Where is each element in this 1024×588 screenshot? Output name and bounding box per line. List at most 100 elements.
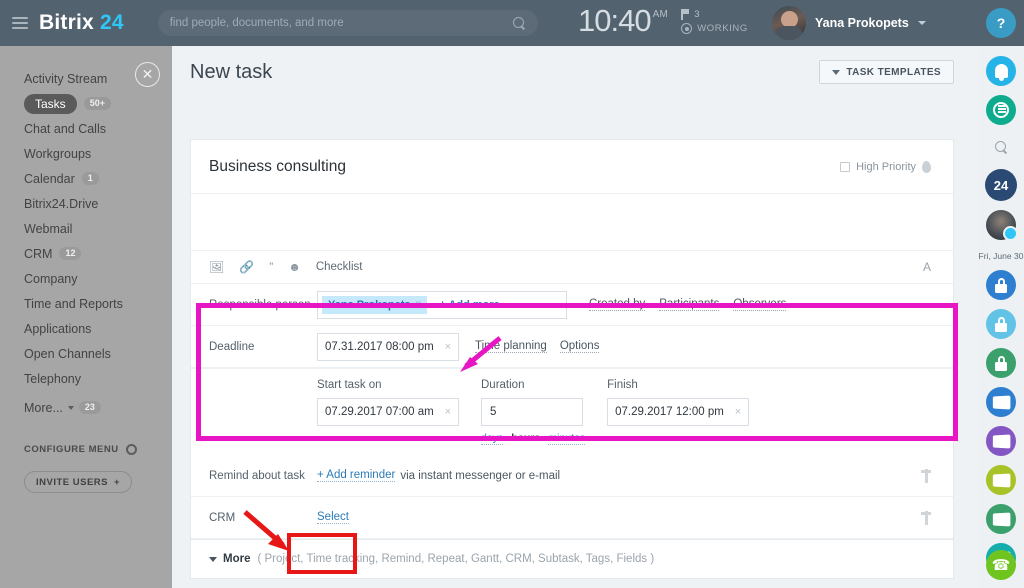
observers-link[interactable]: Observers — [733, 298, 787, 311]
logo-number: 24 — [99, 11, 124, 34]
clock-time: 10:40 — [578, 3, 652, 38]
user-name: Yana Prokopets — [815, 16, 909, 30]
user-menu[interactable]: Yana Prokopets — [772, 6, 926, 40]
sidebar-more-label: More... — [24, 400, 63, 415]
task-templates-button[interactable]: TASK TEMPLATES — [819, 60, 954, 84]
task-form-card: Business consulting High Priority 🖼 🔗 ” … — [190, 139, 954, 579]
configure-menu-button[interactable]: CONFIGURE MENU — [0, 444, 172, 455]
unit-days[interactable]: days — [481, 432, 504, 445]
rail-avatar[interactable] — [986, 210, 1018, 241]
pin-icon[interactable] — [921, 510, 931, 525]
left-sidebar: ✕ Activity Stream Tasks 50+ Chat and Call… — [0, 46, 172, 588]
rail-date-label: Fri, June 30 — [978, 251, 1024, 261]
main-content: New task TASK TEMPLATES Business consult… — [172, 46, 978, 588]
unit-minutes[interactable]: minutes — [548, 432, 586, 445]
remove-icon[interactable]: × — [416, 299, 422, 310]
link-icon[interactable]: 🔗 — [239, 260, 254, 274]
screen-purple-icon[interactable] — [986, 426, 1016, 456]
working-label: WORKING — [697, 23, 748, 34]
duration-input[interactable]: 5 — [481, 398, 583, 426]
unit-hours[interactable]: hours — [511, 432, 540, 445]
working-status[interactable]: WORKING — [681, 23, 748, 34]
clock-ampm: AM — [652, 9, 669, 20]
rail-top: ? — [978, 0, 1024, 46]
remind-suffix: via instant messenger or e-mail — [400, 469, 561, 482]
start-task-input[interactable]: 07.29.2017 07:00 am × — [317, 398, 459, 426]
clock-widget[interactable]: 10:40 AM 3 WORKING — [578, 3, 748, 39]
bitrix24-logo[interactable]: Bitrix 24 — [39, 11, 124, 35]
mention-user-icon[interactable]: ☻ — [288, 260, 301, 274]
sidebar-item-label: Open Channels — [24, 346, 111, 361]
crm-select-link[interactable]: Select — [317, 511, 349, 524]
invite-users-button[interactable]: INVITE USERS + — [24, 471, 133, 493]
bitrix24-badge-icon[interactable]: 24 — [985, 169, 1017, 201]
duration-field: Duration 5 days hours minutes — [481, 379, 586, 445]
right-rail: ? 24 Fri, June 30 ☎ — [978, 0, 1024, 588]
pin-icon[interactable] — [921, 468, 931, 483]
task-description-area[interactable] — [191, 194, 953, 250]
remind-label: Remind about task — [209, 469, 305, 482]
sidebar-item-company[interactable]: Company — [0, 266, 172, 291]
close-icon[interactable]: ✕ — [135, 62, 160, 87]
invite-users-label: INVITE USERS — [36, 476, 108, 488]
clear-icon[interactable]: × — [735, 406, 741, 418]
lock-glyph — [995, 316, 1008, 332]
sidebar-item-open-channels[interactable]: Open Channels — [0, 341, 172, 366]
sidebar-item-applications[interactable]: Applications — [0, 316, 172, 341]
add-reminder-link[interactable]: + Add reminder — [317, 469, 396, 482]
screen-green-icon[interactable] — [986, 504, 1016, 534]
sidebar-item-telephony[interactable]: Telephony — [0, 366, 172, 391]
responsible-person-chip[interactable]: Yana Prokopets × — [322, 295, 428, 314]
sidebar-item-badge: 50+ — [83, 97, 111, 110]
participants-link[interactable]: Participants — [659, 298, 720, 311]
deadline-input[interactable]: 07.31.2017 08:00 pm × — [317, 332, 459, 361]
menu-burger-icon[interactable] — [12, 17, 28, 29]
duration-label: Duration — [481, 379, 525, 391]
sidebar-item-tasks[interactable]: Tasks 50+ — [0, 91, 172, 116]
deadline-links: Time planning Options — [475, 340, 600, 353]
chat-bubble-icon[interactable] — [986, 95, 1016, 125]
more-fields-row[interactable]: More ( Project, Time tracking, Remind, R… — [191, 539, 953, 578]
checkbox-icon[interactable] — [840, 161, 851, 172]
sidebar-item-webmail[interactable]: Webmail — [0, 216, 172, 241]
options-link[interactable]: Options — [559, 340, 600, 353]
add-more-button[interactable]: + Add more — [439, 299, 499, 311]
lock-blue-icon[interactable] — [986, 270, 1016, 300]
sidebar-item-workgroups[interactable]: Workgroups — [0, 141, 172, 166]
sidebar-item-more[interactable]: More... 23 — [0, 395, 172, 420]
lock-green-icon[interactable] — [986, 348, 1016, 378]
rail-search-icon[interactable] — [986, 134, 1016, 160]
screen-glyph — [992, 433, 1011, 449]
attach-file-icon[interactable]: 🖼 — [209, 260, 224, 274]
sidebar-item-bitrix24-drive[interactable]: Bitrix24.Drive — [0, 191, 172, 216]
deadline-label: Deadline — [209, 340, 255, 353]
text-format-icon[interactable]: A — [923, 260, 931, 274]
notification-bell-icon[interactable] — [986, 56, 1016, 86]
help-button[interactable]: ? — [986, 8, 1016, 38]
finish-label: Finish — [607, 379, 638, 391]
sidebar-item-time-and-reports[interactable]: Time and Reports — [0, 291, 172, 316]
sidebar-item-label: Webmail — [24, 221, 73, 236]
phone-call-button[interactable]: ☎ — [986, 550, 1016, 580]
high-priority-toggle[interactable]: High Priority — [840, 160, 932, 173]
finish-input[interactable]: 07.29.2017 12:00 pm × — [607, 398, 750, 426]
clear-icon[interactable]: × — [445, 406, 451, 418]
screen-lime-icon[interactable] — [986, 465, 1016, 495]
created-by-link[interactable]: Created by — [589, 298, 646, 311]
quote-icon[interactable]: ” — [269, 260, 273, 274]
avatar[interactable] — [772, 6, 806, 40]
sidebar-item-chat-and-calls[interactable]: Chat and Calls — [0, 116, 172, 141]
screen-blue-icon[interactable] — [986, 387, 1016, 417]
screen-glyph — [992, 511, 1011, 527]
time-planning-link[interactable]: Time planning — [475, 340, 547, 353]
task-title-input[interactable]: Business consulting — [209, 158, 346, 176]
search-input[interactable] — [169, 17, 513, 29]
sidebar-item-calendar[interactable]: Calendar 1 — [0, 166, 172, 191]
flag-counter[interactable]: 3 — [681, 9, 748, 20]
lock-lightblue-icon[interactable] — [986, 309, 1016, 339]
global-search[interactable] — [157, 10, 538, 36]
clear-icon[interactable]: × — [445, 341, 451, 353]
responsible-person-field[interactable]: Yana Prokopets × + Add more — [317, 290, 567, 319]
checklist-button[interactable]: Checklist — [316, 261, 363, 273]
sidebar-item-crm[interactable]: CRM 12 — [0, 241, 172, 266]
